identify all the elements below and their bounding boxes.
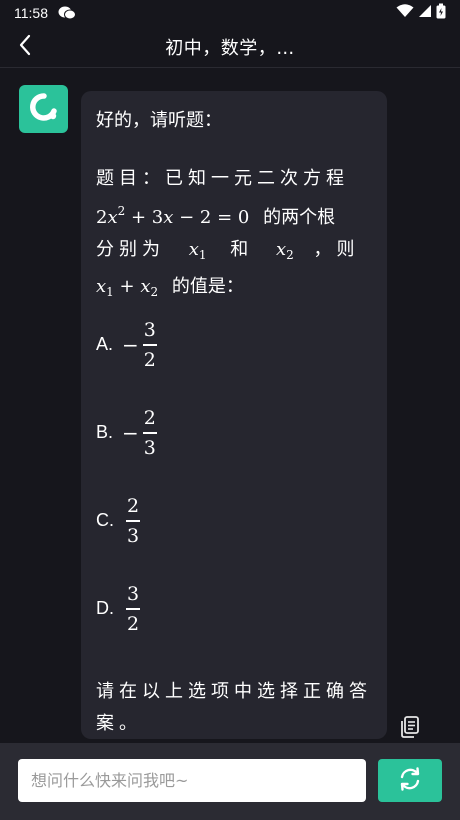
question-and: 和: [230, 239, 249, 260]
denominator: 3: [126, 524, 140, 547]
option-fraction: 3 2: [126, 583, 140, 635]
avatar: [19, 85, 68, 133]
input-bar: [0, 743, 460, 820]
denominator: 2: [143, 348, 156, 371]
page-title: 初中，数学，…: [165, 37, 295, 59]
question-input[interactable]: [18, 759, 366, 802]
option-fraction: 3 2: [142, 319, 157, 371]
question-then: ，则: [313, 239, 360, 260]
option-letter: B.: [96, 422, 114, 443]
question-end: 的值是：: [171, 276, 244, 297]
numerator: 2: [143, 407, 156, 429]
option-letter: C.: [96, 510, 114, 531]
copy-button[interactable]: [398, 716, 422, 742]
signal-icon: [418, 4, 432, 22]
status-icons: [396, 3, 446, 23]
question-split: 分别为: [96, 239, 165, 260]
question-line-3: 分别为 x1 和 x2 ，则: [96, 234, 372, 271]
refresh-button[interactable]: [378, 759, 442, 802]
wifi-icon: [396, 4, 414, 22]
wechat-icon: [58, 6, 76, 20]
option-c[interactable]: C. 2 3: [96, 495, 140, 547]
root-x2: x2: [276, 239, 294, 262]
numerator: 3: [126, 583, 140, 605]
option-d[interactable]: D. 3 2: [96, 583, 140, 635]
header: 初中，数学，…: [0, 26, 460, 68]
numerator: 2: [126, 495, 140, 517]
battery-icon: [436, 3, 446, 23]
question-line-2: 2x2 + 3x − 2 = 0 的两个根: [96, 195, 372, 234]
question-line-4: x1 + x2 的值是：: [96, 271, 372, 308]
question-prefix: 题目：已知一元二次方程: [96, 168, 349, 189]
denominator: 3: [143, 436, 156, 459]
chevron-left-icon: [18, 34, 32, 60]
sum-expression: x1 + x2: [96, 276, 159, 299]
numerator: 3: [143, 319, 156, 341]
question-mid: 的两个根: [263, 207, 336, 228]
option-sign: −: [122, 420, 139, 445]
status-time: 11:58: [14, 5, 48, 21]
equation: 2x2 + 3x − 2 = 0: [96, 204, 250, 228]
option-letter: A.: [96, 334, 114, 355]
refresh-icon: [397, 766, 423, 796]
option-a[interactable]: A. − 3 2: [96, 319, 157, 371]
status-bar: 11:58: [0, 0, 460, 26]
question-line-1: 题目：已知一元二次方程: [96, 163, 372, 195]
closing-text: 请在以上选项中选择正确答案。: [96, 681, 372, 734]
greeting-text: 好的，请听题：: [96, 110, 222, 131]
assistant-message-bubble: 好的，请听题： 题目：已知一元二次方程 2x2 + 3x − 2 = 0 的两个…: [81, 91, 387, 739]
denominator: 2: [126, 612, 140, 635]
option-b[interactable]: B. − 2 3: [96, 407, 157, 459]
root-x1: x1: [188, 239, 207, 262]
assistant-logo-icon: [29, 92, 59, 126]
copy-icon: [399, 715, 421, 743]
option-sign: −: [122, 332, 139, 357]
option-fraction: 2 3: [126, 495, 140, 547]
option-letter: D.: [96, 598, 114, 619]
back-button[interactable]: [10, 32, 40, 62]
option-fraction: 2 3: [142, 407, 157, 459]
